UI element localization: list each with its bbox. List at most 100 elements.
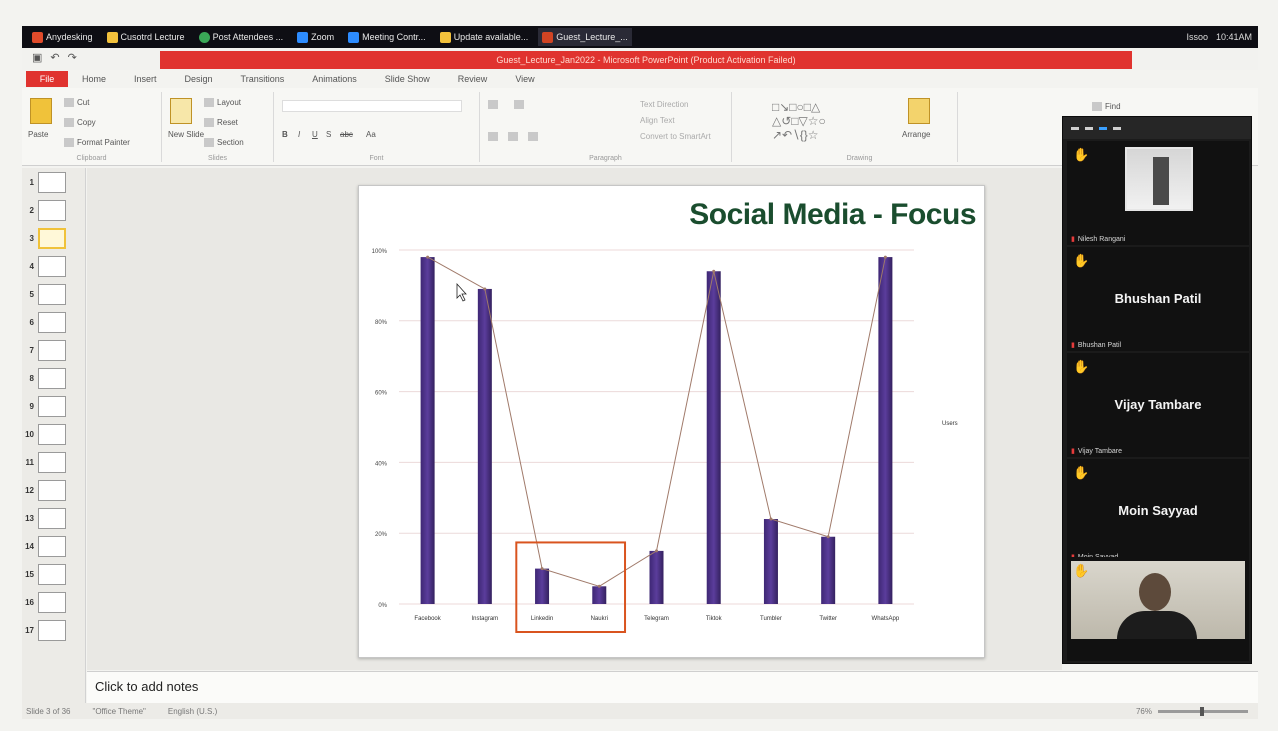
section-button[interactable]: Section — [204, 138, 244, 148]
tab-view[interactable]: View — [501, 74, 548, 84]
x-tick-label: Facebook — [414, 616, 441, 622]
arrange-button[interactable]: Arrange — [902, 130, 930, 139]
font-name-dropdown[interactable] — [282, 100, 462, 112]
undo-icon[interactable]: ↶ — [50, 51, 59, 64]
slide-title[interactable]: Social Media - Focus — [689, 198, 976, 232]
tab-slide-show[interactable]: Slide Show — [371, 74, 444, 84]
y-tick-label: 100% — [372, 249, 388, 255]
thumbnail-9[interactable]: 9 — [24, 394, 84, 420]
drawing-group: □↘□○□△ △↺□▽☆○ ↗↶∖{}☆ Arrange Drawing — [762, 92, 958, 162]
thumbnail-5[interactable]: 5 — [24, 282, 84, 308]
status-bar: Slide 3 of 36 "Office Theme" English (U.… — [22, 703, 1258, 719]
notes-pane[interactable]: Click to add notes — [87, 671, 1258, 703]
paste-button[interactable]: Paste — [28, 130, 48, 139]
new-slide-button[interactable]: New Slide — [168, 130, 204, 139]
tab-review[interactable]: Review — [444, 74, 502, 84]
notes-placeholder[interactable]: Click to add notes — [95, 679, 198, 694]
taskbar-item-update[interactable]: Update available... — [436, 28, 533, 46]
participant-tile-5[interactable]: ✋ — [1067, 557, 1249, 661]
numbering-button[interactable] — [514, 100, 527, 110]
participant-tile-1[interactable]: ✋ ▮ Nilesh Rangani — [1067, 141, 1249, 245]
clipboard-label: Clipboard — [76, 155, 107, 162]
thumbnail-11[interactable]: 11 — [24, 450, 84, 476]
find-button[interactable]: Find — [1092, 102, 1121, 112]
redo-icon[interactable]: ↷ — [68, 51, 77, 64]
tab-file[interactable]: File — [26, 71, 68, 87]
zoom-slider-thumb[interactable] — [1200, 706, 1204, 716]
reset-button[interactable]: Reset — [204, 118, 238, 128]
thumbnail-10[interactable]: 10 — [24, 422, 84, 448]
thumbnail-17[interactable]: 17 — [24, 618, 84, 644]
cut-button[interactable]: Cut — [64, 98, 89, 108]
save-icon[interactable]: ▣ — [32, 51, 42, 64]
zoom-icon — [348, 31, 360, 43]
tab-insert[interactable]: Insert — [120, 74, 171, 84]
bar — [420, 257, 435, 604]
new-slide-icon[interactable] — [170, 98, 192, 124]
gallery-icon[interactable] — [1099, 126, 1107, 130]
x-tick-label: Telegram — [644, 616, 669, 622]
thumbnail-7[interactable]: 7 — [24, 338, 84, 364]
x-tick-label: Twitter — [819, 616, 837, 622]
y-tick-label: 80% — [375, 320, 388, 326]
thumbnail-4[interactable]: 4 — [24, 254, 84, 280]
participant-tile-3[interactable]: ✋ Vijay Tambare ▮ Vijay Tambare — [1067, 353, 1249, 457]
taskbar-item-powerpoint[interactable]: Guest_Lecture_... — [538, 28, 632, 46]
thumbnail-3[interactable]: 3 — [24, 226, 84, 252]
italic-button[interactable]: I — [298, 130, 300, 139]
format-painter-button[interactable]: Format Painter — [64, 138, 130, 148]
font-color-button[interactable]: Aa — [366, 130, 376, 139]
align-center-button[interactable] — [508, 132, 521, 142]
y-tick-label: 0% — [378, 603, 387, 609]
align-right-button[interactable] — [528, 132, 541, 142]
thumbnail-2[interactable]: 2 — [24, 198, 84, 224]
paste-icon[interactable] — [30, 98, 52, 124]
thumbnail-16[interactable]: 16 — [24, 590, 84, 616]
bold-button[interactable]: B — [282, 130, 288, 139]
tab-design[interactable]: Design — [171, 74, 227, 84]
participant-tile-4[interactable]: ✋ Moin Sayyad ▮Moin Sayyad — [1067, 459, 1249, 563]
x-tick-label: Tumbler — [760, 616, 782, 622]
thumbnail-13[interactable]: 13 — [24, 506, 84, 532]
person-body — [1117, 611, 1197, 639]
line-point — [655, 549, 658, 553]
menu-icon[interactable] — [1113, 126, 1121, 130]
layout-button[interactable]: Layout — [204, 98, 241, 108]
slide-canvas[interactable]: 0% 20% 40% 60% 80% 100% Facebook Instagram Linke… — [358, 185, 985, 658]
taskbar-item-folder[interactable]: Cusotrd Lecture — [103, 28, 189, 46]
thumbnail-8[interactable]: 8 — [24, 366, 84, 392]
zoom-slider[interactable] — [1158, 706, 1248, 716]
tab-transitions[interactable]: Transitions — [227, 74, 299, 84]
bullets-button[interactable] — [488, 100, 501, 110]
taskbar-item-anydesk[interactable]: Anydesking — [28, 28, 97, 46]
participant-tile-2[interactable]: ✋ Bhushan Patil ▮ Bhushan Patil — [1067, 247, 1249, 351]
thumbnail-14[interactable]: 14 — [24, 534, 84, 560]
tab-home[interactable]: Home — [68, 74, 120, 84]
zoom-level[interactable]: 76% — [1136, 707, 1152, 716]
copy-button[interactable]: Copy — [64, 118, 96, 128]
strikethrough-button[interactable]: abc — [340, 130, 353, 139]
align-left-button[interactable] — [488, 132, 501, 142]
taskbar-item-zoom[interactable]: Zoom — [293, 28, 338, 46]
minimize-icon[interactable] — [1071, 126, 1079, 130]
taskbar-item-meeting-controls[interactable]: Meeting Contr... — [344, 28, 430, 46]
align-text-button[interactable]: Align Text — [640, 116, 675, 125]
taskbar-item-browser[interactable]: Post Attendees ... — [195, 28, 288, 46]
font-group: B I U S abc Aa Font — [274, 92, 480, 162]
underline-button[interactable]: U — [312, 130, 318, 139]
thumbnail-1[interactable]: 1 — [24, 170, 84, 196]
social-media-chart: 0% 20% 40% 60% 80% 100% Facebook Instagram Linke… — [372, 249, 958, 633]
arrange-icon[interactable] — [908, 98, 930, 124]
thumbnail-15[interactable]: 15 — [24, 562, 84, 588]
profile-figure — [1153, 157, 1169, 205]
thumbnail-12[interactable]: 12 — [24, 478, 84, 504]
shapes-gallery[interactable]: □↘□○□△ △↺□▽☆○ ↗↶∖{}☆ — [772, 100, 826, 142]
slide-thumbnails-pane: 1 2 3 4 5 6 7 8 9 10 11 12 13 14 15 16 1… — [22, 168, 86, 703]
text-direction-button[interactable]: Text Direction — [640, 100, 688, 109]
thumbnail-6[interactable]: 6 — [24, 310, 84, 336]
convert-smartart-button[interactable]: Convert to SmartArt — [640, 132, 711, 141]
tab-animations[interactable]: Animations — [298, 74, 371, 84]
paragraph-label: Paragraph — [589, 155, 622, 162]
shadow-button[interactable]: S — [326, 130, 331, 139]
view-toggle-icon[interactable] — [1085, 126, 1093, 130]
